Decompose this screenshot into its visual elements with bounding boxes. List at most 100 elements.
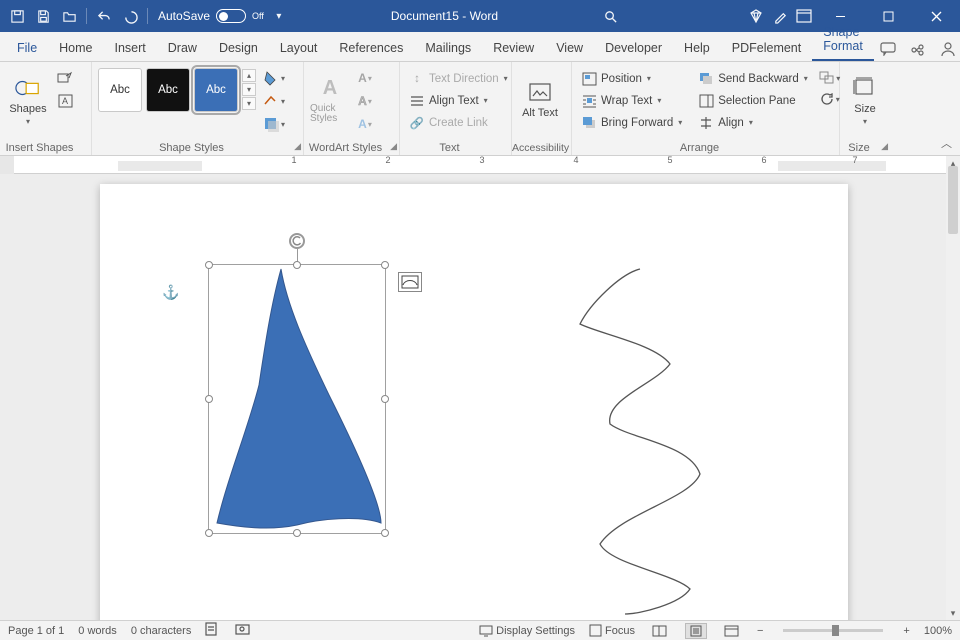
redo-icon[interactable] — [119, 5, 141, 27]
style-preset-2[interactable]: Abc — [146, 68, 190, 112]
bring-forward-button[interactable]: Bring Forward▾ — [578, 112, 685, 133]
scroll-down-icon[interactable]: ▾ — [946, 606, 960, 620]
rotate-icon[interactable]: ▾ — [819, 89, 841, 109]
autosave-switch-icon[interactable] — [216, 9, 246, 23]
create-link-button: 🔗Create Link — [406, 112, 511, 133]
text-fill-icon[interactable]: A▾ — [354, 68, 376, 88]
print-layout-icon[interactable] — [685, 623, 707, 639]
status-page[interactable]: Page 1 of 1 — [8, 625, 64, 637]
scribble-shape[interactable] — [560, 264, 800, 620]
autosave-toggle[interactable]: AutoSave Off — [158, 9, 264, 23]
wrap-text-button[interactable]: Wrap Text▾ — [578, 90, 685, 111]
text-outline-icon[interactable]: A▾ — [354, 91, 376, 111]
align-text-icon — [409, 93, 425, 109]
edit-shape-icon[interactable] — [54, 68, 76, 88]
zoom-out-button[interactable]: − — [757, 625, 763, 637]
blue-freeform-shape[interactable] — [209, 265, 387, 535]
text-effects-icon[interactable]: A▾ — [354, 114, 376, 134]
close-button[interactable] — [913, 0, 959, 32]
tab-mailings[interactable]: Mailings — [414, 35, 482, 61]
group-icon[interactable]: ▾ — [819, 68, 841, 88]
open-icon[interactable] — [58, 5, 80, 27]
position-button[interactable]: Position▾ — [578, 68, 685, 89]
tab-shape-format[interactable]: Shape Format — [812, 19, 874, 61]
tab-insert[interactable]: Insert — [104, 35, 157, 61]
shape-effects-icon[interactable]: ▾ — [263, 114, 285, 134]
style-gallery-spinner[interactable]: ▴▾▾ — [242, 66, 256, 110]
qat-more-icon[interactable]: ▾ — [268, 5, 290, 27]
handle-w[interactable] — [205, 395, 213, 403]
display-settings-button[interactable]: Display Settings — [479, 625, 575, 637]
style-preset-3-selected[interactable]: Abc — [194, 68, 238, 112]
group-text: ↕Text Direction▾ Align Text▾ 🔗Create Lin… — [400, 62, 512, 155]
alt-text-button[interactable]: Alt Text — [518, 66, 562, 134]
handle-sw[interactable] — [205, 529, 213, 537]
save-file-icon[interactable] — [6, 5, 28, 27]
shapes-button[interactable]: Shapes ▾ — [6, 66, 50, 134]
align-button[interactable]: Align▾ — [695, 112, 811, 133]
wordart-launcher-icon[interactable]: ◢ — [390, 141, 397, 152]
pen-icon[interactable] — [769, 5, 791, 27]
search-icon[interactable] — [599, 5, 621, 27]
bring-forward-icon — [581, 115, 597, 131]
tab-developer[interactable]: Developer — [594, 35, 673, 61]
save-icon[interactable] — [32, 5, 54, 27]
size-button[interactable]: Size ▾ — [846, 66, 884, 134]
collapse-ribbon-icon[interactable]: ︿ — [941, 135, 952, 151]
tab-review[interactable]: Review — [482, 35, 545, 61]
size-launcher-icon[interactable]: ◢ — [881, 141, 888, 152]
tab-help[interactable]: Help — [673, 35, 721, 61]
handle-s[interactable] — [293, 529, 301, 537]
share-icon[interactable] — [904, 37, 932, 61]
zoom-level[interactable]: 100% — [924, 625, 952, 637]
tab-layout[interactable]: Layout — [269, 35, 329, 61]
selection-pane-button[interactable]: Selection Pane — [695, 90, 811, 111]
shape-outline-icon[interactable]: ▾ — [263, 91, 285, 111]
shape-selection-box[interactable] — [208, 264, 386, 534]
page: ⚓ — [100, 184, 848, 620]
autosave-state: Off — [252, 11, 264, 21]
shapes-icon — [15, 75, 41, 101]
zoom-slider[interactable] — [783, 629, 883, 632]
tab-home[interactable]: Home — [48, 35, 103, 61]
web-layout-icon[interactable] — [721, 623, 743, 639]
handle-se[interactable] — [381, 529, 389, 537]
status-words[interactable]: 0 words — [78, 625, 117, 637]
quick-styles-icon: A — [317, 76, 343, 102]
handle-n[interactable] — [293, 261, 301, 269]
macro-icon[interactable] — [235, 622, 250, 639]
status-chars[interactable]: 0 characters — [131, 625, 192, 637]
horizontal-ruler[interactable]: // inline generation for ticks skipped; … — [14, 156, 946, 174]
handle-e[interactable] — [381, 395, 389, 403]
handle-ne[interactable] — [381, 261, 389, 269]
shape-styles-launcher-icon[interactable]: ◢ — [294, 141, 301, 152]
tab-design[interactable]: Design — [208, 35, 269, 61]
diamond-icon[interactable] — [745, 5, 767, 27]
layout-options-button[interactable] — [398, 272, 422, 292]
spellcheck-icon[interactable] — [205, 622, 221, 639]
tab-file[interactable]: File — [6, 35, 48, 61]
tab-view[interactable]: View — [545, 35, 594, 61]
focus-button[interactable]: Focus — [589, 624, 635, 637]
rotate-handle[interactable] — [289, 233, 305, 249]
undo-icon[interactable] — [93, 5, 115, 27]
tab-draw[interactable]: Draw — [157, 35, 208, 61]
account-icon[interactable] — [934, 37, 960, 61]
scroll-thumb[interactable] — [948, 166, 958, 234]
document-workspace[interactable]: ⚓ — [0, 174, 946, 620]
tab-references[interactable]: References — [328, 35, 414, 61]
comments-icon[interactable] — [874, 37, 902, 61]
group-arrange: Position▾ Wrap Text▾ Bring Forward▾ Send… — [572, 62, 840, 155]
tab-pdfelement[interactable]: PDFelement — [721, 35, 812, 61]
vertical-scrollbar[interactable]: ▴ ▾ — [946, 156, 960, 620]
align-text-button[interactable]: Align Text▾ — [406, 90, 511, 111]
read-mode-icon[interactable] — [649, 623, 671, 639]
send-backward-button[interactable]: Send Backward▾ — [695, 68, 811, 89]
style-preset-1[interactable]: Abc — [98, 68, 142, 112]
shape-fill-icon[interactable]: ▾ — [263, 68, 285, 88]
quick-access-toolbar: AutoSave Off ▾ — [0, 5, 290, 27]
zoom-in-button[interactable]: + — [903, 625, 909, 637]
ribbon-mode-icon[interactable] — [793, 5, 815, 27]
draw-text-box-icon[interactable]: A — [54, 91, 76, 111]
handle-nw[interactable] — [205, 261, 213, 269]
